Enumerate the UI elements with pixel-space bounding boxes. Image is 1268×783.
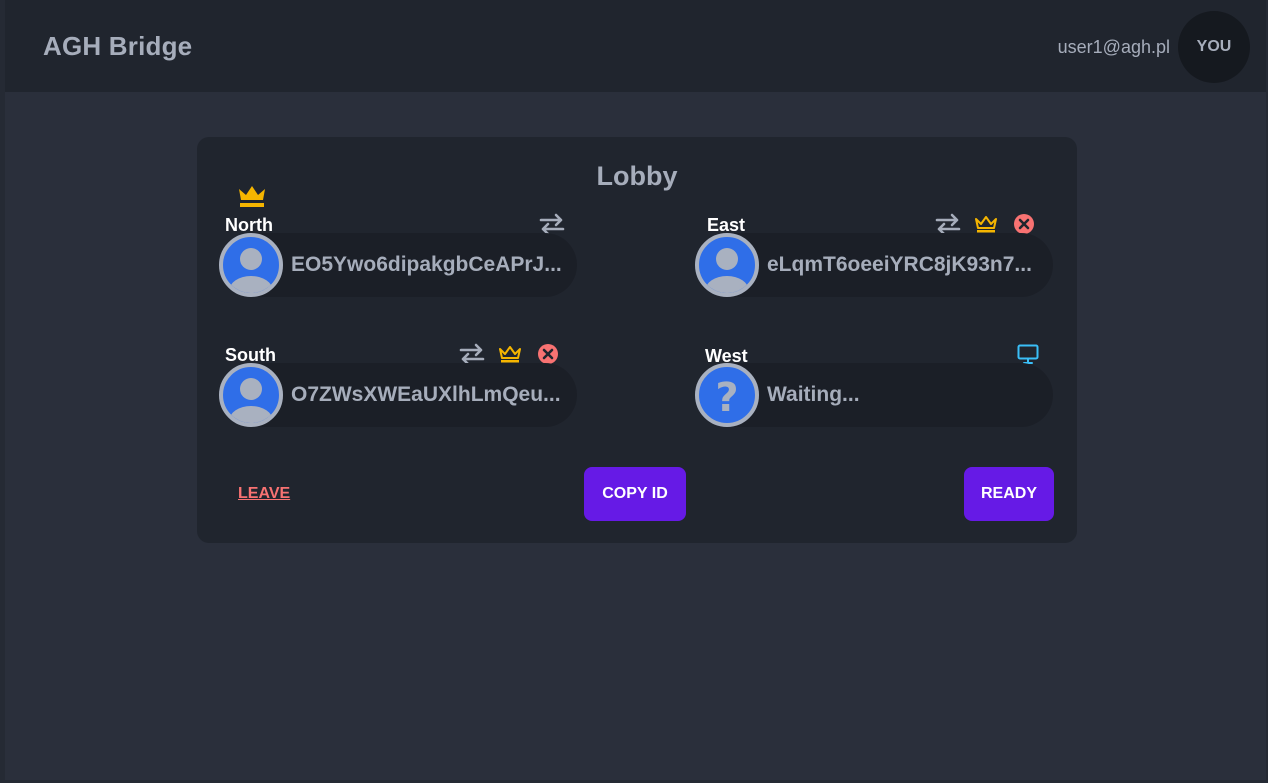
user-email: user1@agh.pl (1057, 37, 1170, 57)
svg-text:?: ? (715, 375, 738, 421)
unknown-player-avatar: ? (695, 363, 759, 427)
brand-title[interactable]: AGH Bridge (43, 31, 192, 62)
player-avatar (219, 233, 283, 297)
player-slot: EO5Ywo6dipakgbCeAPrJ... (219, 233, 577, 297)
leave-button[interactable]: LEAVE (238, 485, 290, 503)
seat-west: West ? Waiting... (673, 344, 1053, 445)
player-slot: O7ZWsXWEaUXlhLmQeu... (219, 363, 577, 427)
seat-north: North EO5Ywo6dipakgbCeAPrJ... (197, 213, 577, 315)
host-crown-icon (237, 183, 267, 214)
seat-east: East eLqmT6oeeiYRC8jK93n7... (673, 213, 1053, 315)
lobby-title: Lobby (596, 161, 678, 191)
copy-id-button[interactable]: COPY ID (584, 467, 686, 521)
player-slot: eLqmT6oeeiYRC8jK93n7... (695, 233, 1053, 297)
user-avatar[interactable]: YOU (1178, 11, 1250, 83)
window-edge-left (0, 0, 5, 783)
player-name: EO5Ywo6dipakgbCeAPrJ... (291, 253, 562, 276)
lobby-card: Lobby North EO5Ywo6dipakgbCeAPrJ... East (197, 137, 1077, 543)
player-name: O7ZWsXWEaUXlhLmQeu... (291, 383, 561, 406)
ready-button[interactable]: READY (964, 467, 1054, 521)
player-avatar (695, 233, 759, 297)
seat-south: South O7ZWsXWEaUXlhLmQeu... (197, 343, 577, 445)
player-slot: ? Waiting... (695, 363, 1053, 427)
waiting-label: Waiting... (767, 383, 860, 406)
player-name: eLqmT6oeeiYRC8jK93n7... (767, 253, 1032, 276)
player-avatar (219, 363, 283, 427)
top-navbar: AGH Bridge user1@agh.pl YOU (5, 0, 1266, 92)
